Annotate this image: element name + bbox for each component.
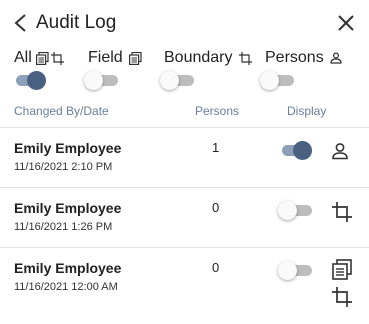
field-icon (332, 259, 352, 280)
filter-all: All (14, 48, 64, 96)
display-toggle[interactable] (278, 140, 314, 160)
display-toggle[interactable] (278, 200, 314, 220)
back-arrow-icon[interactable] (12, 12, 30, 34)
display-toggle[interactable] (278, 260, 314, 280)
changed-by-name: Emily Employee (14, 140, 122, 156)
field-icon (128, 51, 142, 65)
filter-field: Field (84, 48, 142, 96)
boundary-icon (50, 51, 64, 65)
change-date: 11/16/2021 1:26 PM (14, 221, 113, 233)
column-header-changed-by: Changed By/Date (14, 104, 109, 118)
changed-by-name: Emily Employee (14, 200, 122, 216)
list-item[interactable]: Emily Employee 11/16/2021 12:00 AM 0 (0, 247, 369, 324)
persons-count: 0 (212, 260, 220, 275)
header: Audit Log (0, 0, 369, 46)
change-date: 11/16/2021 12:00 AM (14, 281, 118, 293)
changed-by-name: Emily Employee (14, 260, 122, 276)
field-icon (35, 51, 49, 65)
filter-field-toggle[interactable] (84, 70, 120, 90)
boundary-icon (332, 287, 352, 307)
column-headers: Changed By/Date Persons Display (0, 104, 369, 120)
column-header-persons: Persons (195, 104, 240, 118)
filter-persons: Persons (260, 48, 342, 96)
filter-boundary-toggle[interactable] (160, 70, 196, 90)
filter-field-label: Field (88, 49, 123, 66)
filter-persons-label: Persons (265, 49, 324, 66)
filter-all-label: All (14, 49, 32, 66)
filter-all-toggle[interactable] (12, 70, 48, 90)
list-item[interactable]: Emily Employee 11/16/2021 2:10 PM 1 (0, 127, 369, 187)
person-icon (330, 52, 342, 64)
person-icon (332, 143, 348, 160)
filter-bar: All Field Boundary Persons (0, 48, 369, 96)
boundary-icon (238, 51, 252, 65)
filter-boundary-label: Boundary (164, 49, 233, 66)
list-item[interactable]: Emily Employee 11/16/2021 1:26 PM 0 (0, 187, 369, 247)
boundary-icon (332, 202, 352, 222)
persons-count: 1 (212, 140, 220, 155)
filter-boundary: Boundary (160, 48, 252, 96)
close-icon[interactable] (336, 13, 356, 33)
change-date: 11/16/2021 2:10 PM (14, 161, 113, 173)
persons-count: 0 (212, 200, 220, 215)
filter-persons-toggle[interactable] (260, 70, 296, 90)
page-title: Audit Log (36, 12, 117, 33)
column-header-display: Display (287, 104, 327, 118)
